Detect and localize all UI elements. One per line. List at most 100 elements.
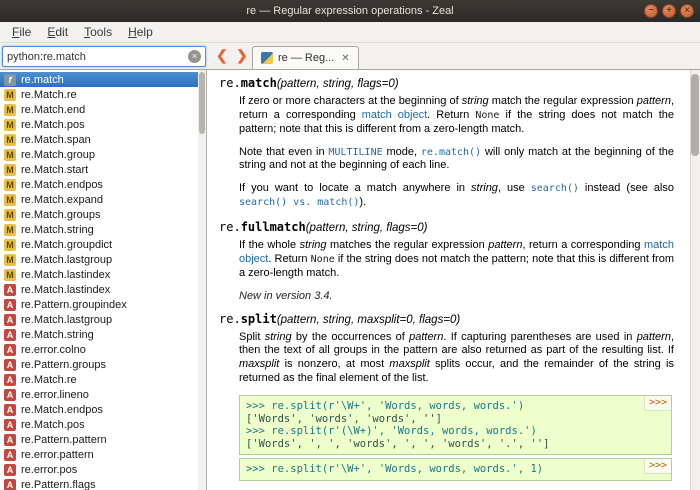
forward-button[interactable]: ❯ [236,47,248,64]
text-segment: Note that even in [239,146,328,158]
menu-tools[interactable]: Tools [76,23,120,41]
search-result-label: re.Match.expand [21,194,103,206]
close-icon[interactable]: × [680,4,694,18]
menu-file[interactable]: File [4,23,39,41]
search-result-item[interactable]: Mre.Match.group [0,147,206,162]
text-segment: , use [498,182,531,194]
toolbar: × ❮ ❯ re — Reg... ✕ [0,43,700,70]
search-result-item[interactable]: Mre.Match.lastindex [0,267,206,282]
text-segment: ools [90,25,112,39]
attribute-icon: A [4,374,16,386]
attribute-icon: A [4,479,16,490]
search-result-item[interactable]: Are.error.pattern [0,447,206,462]
clear-search-icon[interactable]: × [188,50,201,63]
hide-prompts-button[interactable]: >>> [644,396,671,411]
search-result-item[interactable]: Mre.Match.string [0,222,206,237]
doc-link[interactable]: search() [531,183,579,194]
method-icon: M [4,164,16,176]
search-result-item[interactable]: Are.Match.re [0,372,206,387]
search-result-item[interactable]: Are.Pattern.flags [0,477,206,490]
search-result-item[interactable]: Mre.Match.endpos [0,177,206,192]
search-result-label: re.Match.lastgroup [21,314,112,326]
search-result-item[interactable]: Mre.Match.groupdict [0,237,206,252]
attribute-icon: A [4,359,16,371]
doc-link[interactable]: search() vs. match() [239,197,359,208]
content-scrollbar-handle[interactable] [691,74,699,156]
text-segment: mode, [383,146,421,158]
search-input[interactable] [3,51,188,63]
search-result-label: re.error.pos [21,464,77,476]
zeal-window: re — Regular expression operations - Zea… [0,0,700,490]
attribute-icon: A [4,449,16,461]
sig-name: split [241,312,277,326]
search-result-item[interactable]: Mre.Match.pos [0,117,206,132]
method-icon: M [4,149,16,161]
attribute-icon: A [4,329,16,341]
search-result-item[interactable]: Are.Match.endpos [0,402,206,417]
text-segment: If you want to locate a match anywhere i… [239,182,471,194]
search-result-item[interactable]: Are.Match.pos [0,417,206,432]
doc-link[interactable]: re.match() [421,147,481,158]
tab-close-icon[interactable]: ✕ [341,53,349,64]
search-result-item[interactable]: Are.Match.string [0,327,206,342]
search-result-item[interactable]: Mre.Match.lastgroup [0,252,206,267]
search-results-list: fre.matchMre.Match.reMre.Match.endMre.Ma… [0,72,206,490]
sig-name: match [241,76,277,90]
search-result-item[interactable]: Are.Pattern.groupindex [0,297,206,312]
search-result-item[interactable]: Are.Pattern.groups [0,357,206,372]
search-result-item[interactable]: Are.Pattern.pattern [0,432,206,447]
search-result-item[interactable]: Mre.Match.expand [0,192,206,207]
minimize-icon[interactable]: − [644,4,658,18]
sidebar-scrollbar[interactable] [198,70,206,490]
back-button[interactable]: ❮ [216,47,228,64]
text-segment: dit [55,25,68,39]
sig-params: (pattern, string, flags=0) [277,78,399,90]
menu-help[interactable]: Help [120,23,161,41]
search-result-label: re.Pattern.groups [21,359,106,371]
search-result-item[interactable]: Mre.Match.re [0,87,206,102]
text-segment: maxsplit [239,358,279,370]
text-segment: matches the regular expression [327,239,489,251]
tab-label: re — Reg... [278,52,334,64]
content-scrollbar[interactable] [690,70,700,490]
doc-link[interactable]: MULTILINE [328,147,382,158]
maximize-icon[interactable]: + [662,4,676,18]
text-segment: ). [359,196,366,208]
search-result-label: re.Match.string [21,224,94,236]
search-result-item[interactable]: fre.match [0,72,206,87]
search-result-label: re.Pattern.pattern [21,434,107,446]
search-result-label: re.Match.re [21,374,77,386]
docset-icon [261,52,273,64]
method-icon: M [4,119,16,131]
method-icon: M [4,224,16,236]
doc-link[interactable]: match object [362,109,427,121]
search-result-item[interactable]: Are.Match.lastindex [0,282,206,297]
attribute-icon: A [4,314,16,326]
titlebar[interactable]: re — Regular expression operations - Zea… [0,0,700,22]
tab-re-docs[interactable]: re — Reg... ✕ [252,46,359,69]
search-result-item[interactable]: Mre.Match.end [0,102,206,117]
text-segment: If the whole [239,239,300,251]
search-result-label: re.match [21,74,64,86]
text-segment: pattern [637,331,671,343]
search-result-item[interactable]: Are.error.lineno [0,387,206,402]
text-segment: string [462,95,489,107]
search-box[interactable]: × [2,46,206,67]
search-result-item[interactable]: Mre.Match.start [0,162,206,177]
hide-prompts-button[interactable]: >>> [644,459,671,474]
search-result-label: re.Pattern.flags [21,479,96,490]
attribute-icon: A [4,344,16,356]
search-result-item[interactable]: Are.Match.lastgroup [0,312,206,327]
text-segment: Split [239,331,265,343]
search-result-item[interactable]: Mre.Match.groups [0,207,206,222]
search-result-item[interactable]: Are.error.pos [0,462,206,477]
code-example-block: >>> >>> re.split(r'\W+', 'Words, words, … [239,395,672,455]
method-icon: M [4,194,16,206]
text-segment: maxsplit [389,358,429,370]
sig-params: (pattern, string, flags=0) [306,222,428,234]
search-result-item[interactable]: Are.error.colno [0,342,206,357]
sidebar-scrollbar-handle[interactable] [199,72,205,134]
search-result-item[interactable]: Mre.Match.span [0,132,206,147]
menu-edit[interactable]: Edit [39,23,76,41]
search-result-label: re.error.lineno [21,389,89,401]
